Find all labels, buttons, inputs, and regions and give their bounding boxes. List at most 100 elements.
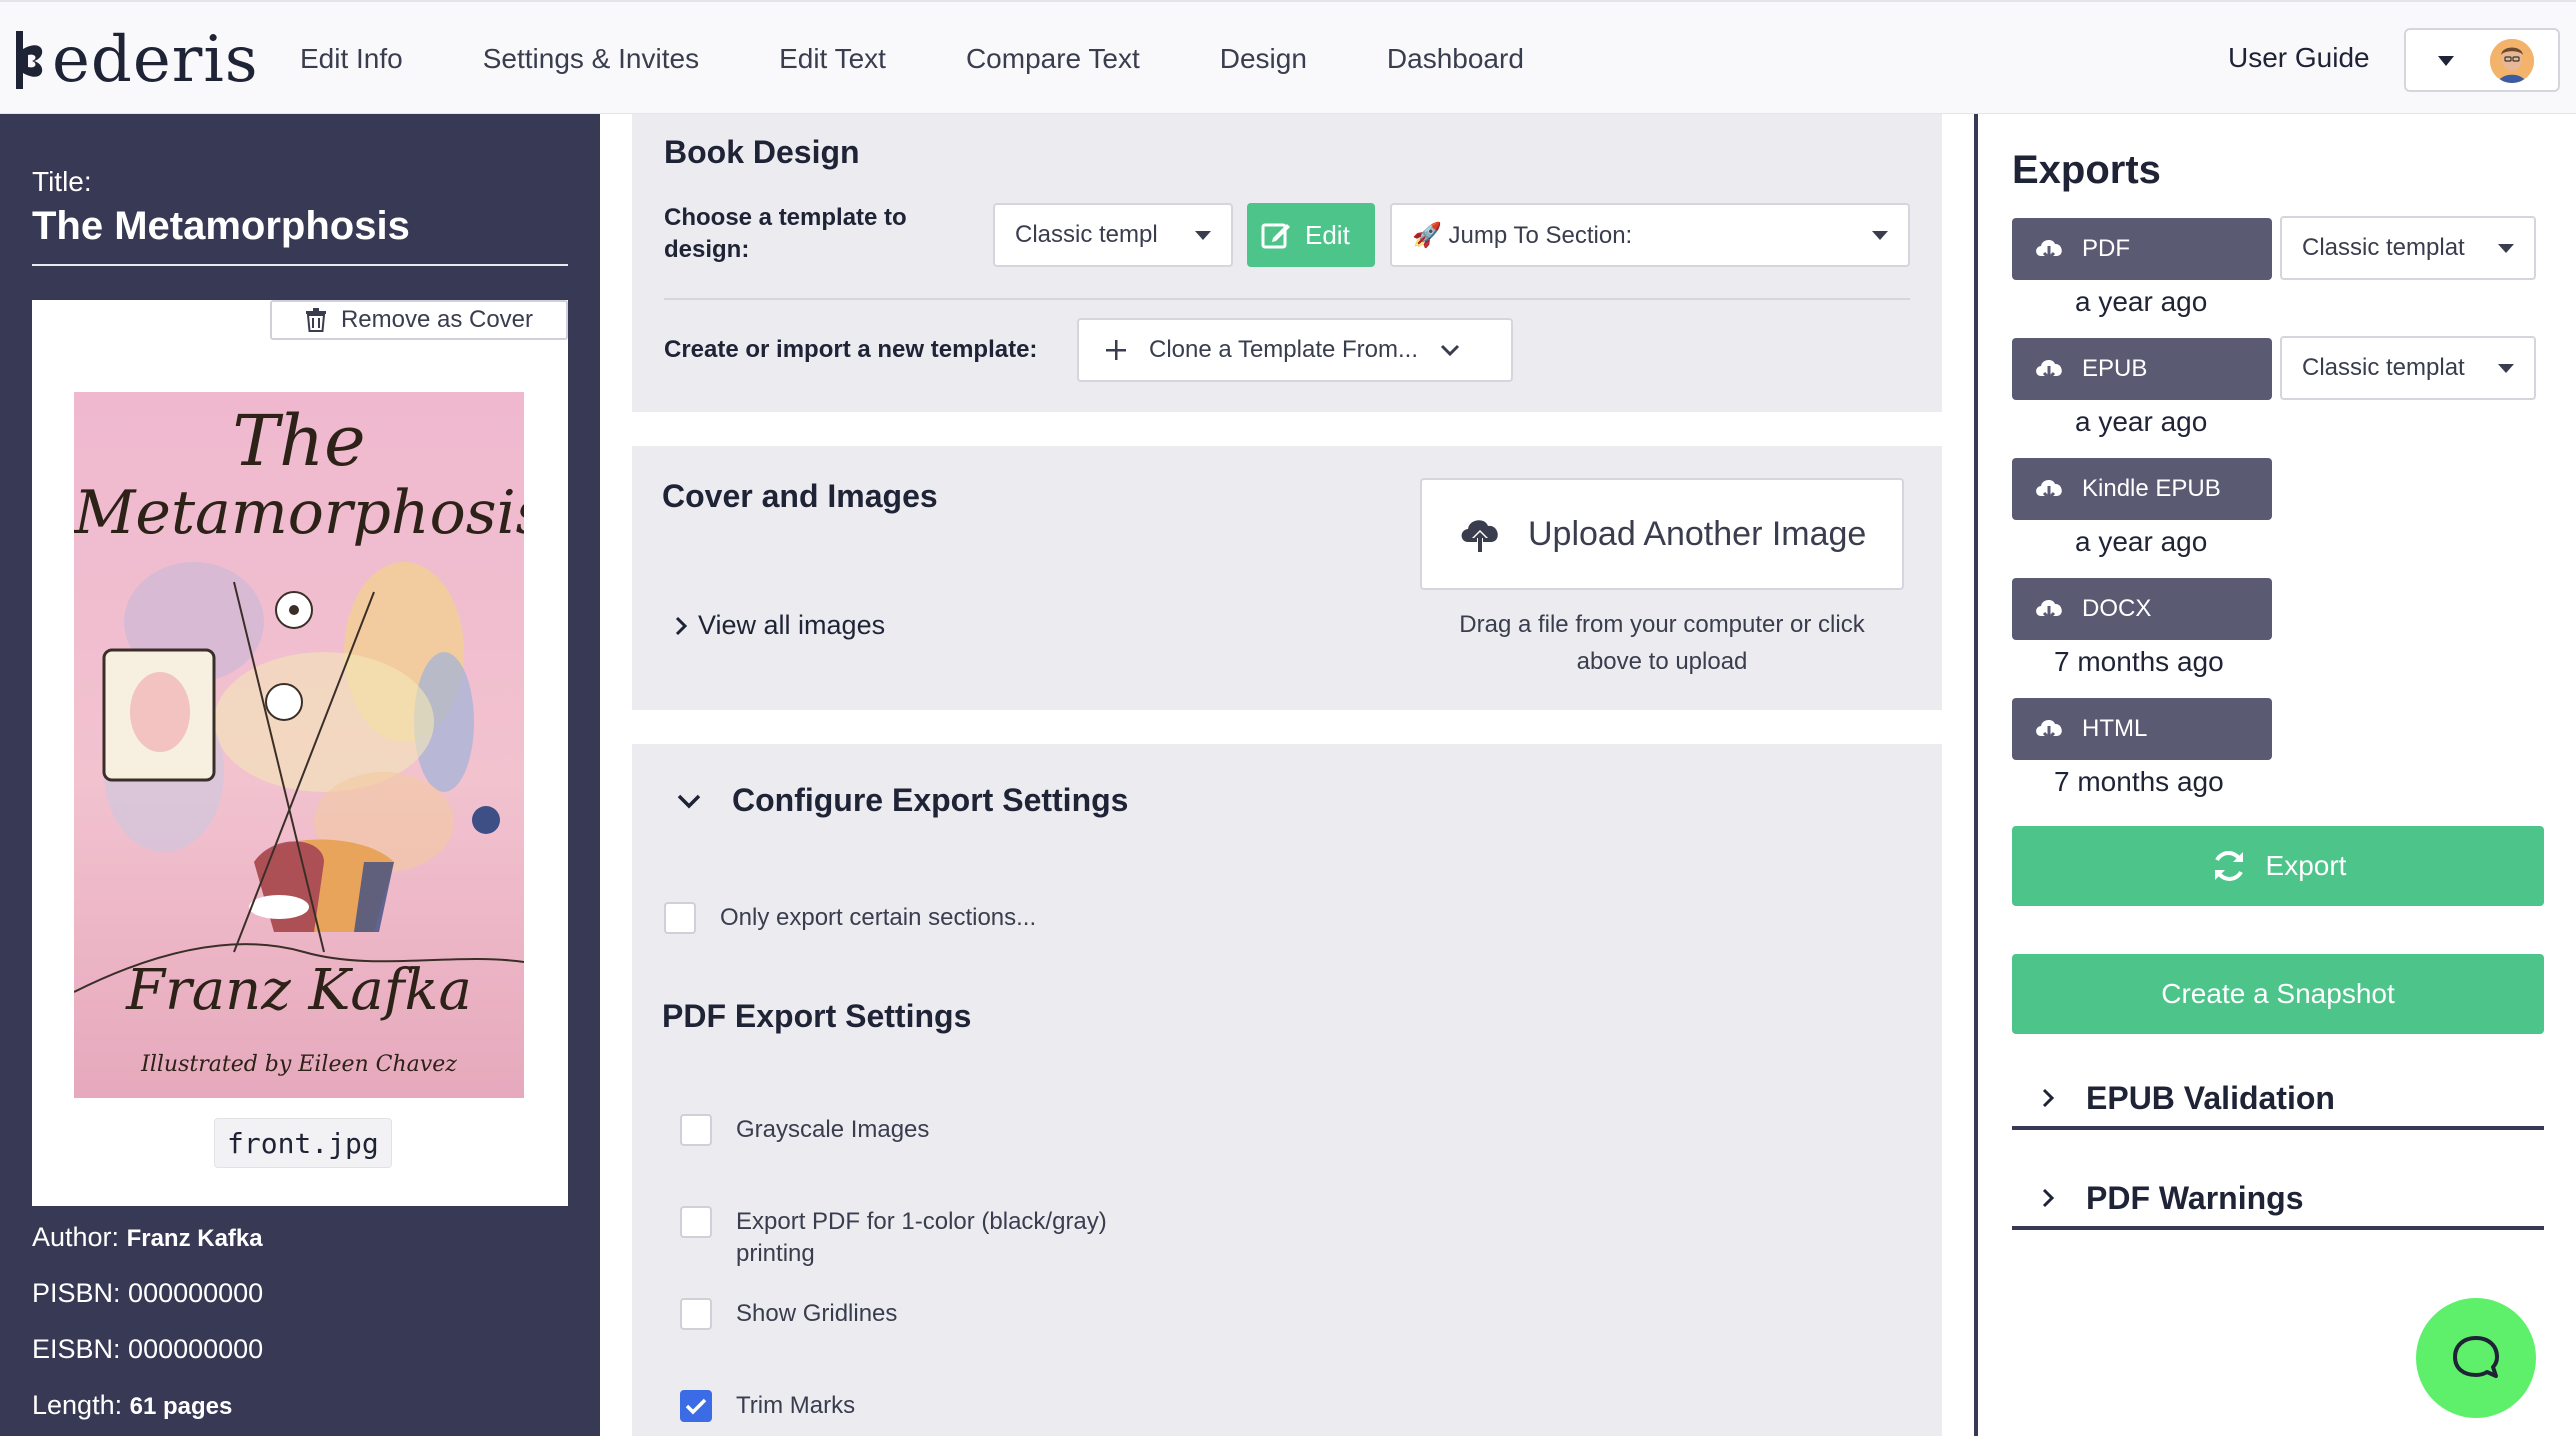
nav-settings-invites[interactable]: Settings & Invites [483, 43, 699, 75]
export-settings-heading: Configure Export Settings [732, 782, 1129, 818]
view-all-images-toggle[interactable]: View all images [672, 610, 885, 641]
pdf-template-value: Classic templat [2302, 234, 2465, 261]
export-settings-toggle[interactable]: Configure Export Settings [676, 782, 1128, 819]
trim-marks-checkbox[interactable] [680, 1390, 712, 1422]
export-pdf-button[interactable]: PDF [2012, 218, 2272, 280]
only-sections-option[interactable]: Only export certain sections... [664, 902, 1036, 934]
book-title: The Metamorphosis [32, 204, 410, 248]
gridlines-checkbox[interactable] [680, 1298, 712, 1330]
chevron-right-icon [675, 616, 688, 635]
cover-images-panel: Cover and Images View all images Upload … [632, 446, 1942, 710]
kindle-export-time: a year ago [2075, 526, 2208, 557]
grayscale-label: Grayscale Images [736, 1116, 930, 1143]
trim-marks-option[interactable]: Trim Marks [680, 1390, 855, 1422]
grayscale-checkbox[interactable] [680, 1114, 712, 1146]
plus-icon [1106, 340, 1126, 360]
book-sidebar: Title: The Metamorphosis Remove as Cover [0, 114, 600, 1436]
export-html-button[interactable]: HTML [2012, 698, 2272, 760]
gridlines-option[interactable]: Show Gridlines [680, 1298, 897, 1330]
grayscale-option[interactable]: Grayscale Images [680, 1114, 929, 1146]
nav-dashboard[interactable]: Dashboard [1387, 43, 1524, 75]
chevron-right-icon [2042, 1188, 2055, 1208]
clone-template-button[interactable]: Clone a Template From... [1077, 318, 1513, 382]
upload-image-button[interactable]: Upload Another Image [1420, 478, 1904, 590]
chat-support-button[interactable] [2416, 1298, 2536, 1418]
chevron-down-icon [2438, 56, 2454, 66]
length-label: Length: [32, 1390, 123, 1420]
cover-title-line1: The [232, 400, 366, 482]
cover-illustrator: Illustrated by Eileen Chavez [141, 1052, 457, 1077]
epub-template-value: Classic templat [2302, 354, 2465, 381]
remove-cover-button[interactable]: Remove as Cover [270, 300, 568, 340]
nav-compare-text[interactable]: Compare Text [966, 43, 1140, 75]
cover-author: Franz Kafka [126, 958, 472, 1023]
only-sections-label: Only export certain sections... [720, 904, 1037, 931]
cloud-upload-icon [1461, 520, 1498, 552]
chevron-right-icon [2042, 1088, 2055, 1108]
nav-edit-info[interactable]: Edit Info [300, 43, 403, 75]
logo[interactable]: ederis [14, 20, 259, 100]
cloud-download-icon [2036, 240, 2062, 261]
upload-hint: Drag a file from your computer or click … [1459, 611, 1865, 675]
edit-template-button[interactable]: Edit [1247, 203, 1375, 267]
design-divider [664, 298, 1910, 300]
author-label: Author: [32, 1222, 120, 1252]
docx-export-time: 7 months ago [2054, 646, 2224, 677]
epub-template-select[interactable]: Classic templat [2280, 336, 2536, 400]
jump-label: 🚀 Jump To Section: [1412, 221, 1633, 249]
export-settings-panel: Configure Export Settings Only export ce… [632, 744, 1942, 1436]
template-select[interactable]: Classic templ [993, 203, 1233, 267]
edit-label: Edit [1305, 219, 1350, 250]
one-color-label: Export PDF for 1-color (black/gray) prin… [736, 1208, 1107, 1267]
nav-edit-text[interactable]: Edit Text [779, 43, 886, 75]
chat-icon [2453, 1336, 2499, 1378]
author-value: Franz Kafka [126, 1225, 263, 1252]
main-nav: Edit Info Settings & Invites Edit Text C… [300, 2, 1604, 116]
upload-label: Upload Another Image [1528, 514, 1867, 553]
export-epub-label: EPUB [2082, 355, 2148, 382]
cloud-download-icon [2036, 480, 2062, 501]
create-snapshot-button[interactable]: Create a Snapshot [2012, 954, 2544, 1034]
cover-image[interactable]: The Metamorphosis Franz Kafka Illustrate… [74, 392, 524, 1098]
eisbn-meta: EISBN: 000000000 [32, 1334, 263, 1365]
exports-heading: Exports [2012, 148, 2161, 192]
title-divider [32, 264, 568, 266]
export-docx-button[interactable]: DOCX [2012, 578, 2272, 640]
check-icon [685, 1398, 707, 1415]
edit-icon [1261, 223, 1290, 249]
pdf-warnings-toggle[interactable]: PDF Warnings [2012, 1170, 2544, 1230]
choose-template-label: Choose a template to design: [664, 204, 907, 263]
chevron-down-icon [1872, 231, 1888, 240]
create-snapshot-label: Create a Snapshot [2161, 978, 2395, 1009]
epub-export-time: a year ago [2075, 406, 2208, 437]
eisbn-value: 000000000 [128, 1334, 264, 1364]
book-design-panel: Book Design Choose a template to design:… [632, 114, 1942, 412]
chevron-down-icon [677, 794, 701, 808]
refresh-icon [2214, 851, 2243, 881]
remove-cover-label: Remove as Cover [340, 306, 534, 333]
chevron-down-icon [1440, 344, 1460, 357]
only-sections-checkbox[interactable] [664, 902, 696, 934]
cloud-download-icon [2036, 720, 2062, 741]
gridlines-label: Show Gridlines [736, 1300, 898, 1327]
epub-validation-toggle[interactable]: EPUB Validation [2012, 1070, 2544, 1130]
pdf-warnings-label: PDF Warnings [2086, 1179, 2304, 1216]
cover-images-heading: Cover and Images [662, 478, 938, 514]
title-label: Title: [32, 166, 92, 197]
trim-marks-label: Trim Marks [736, 1392, 856, 1419]
export-button[interactable]: Export [2012, 826, 2544, 906]
exports-panel-border [1974, 114, 1978, 1436]
nav-design[interactable]: Design [1220, 43, 1307, 75]
export-kindle-button[interactable]: Kindle EPUB [2012, 458, 2272, 520]
export-button-label: Export [2265, 850, 2347, 881]
cloud-download-icon [2036, 360, 2062, 381]
pdf-template-select[interactable]: Classic templat [2280, 216, 2536, 280]
export-epub-button[interactable]: EPUB [2012, 338, 2272, 400]
one-color-option[interactable]: Export PDF for 1-color (black/gray) prin… [680, 1206, 1156, 1270]
avatar [2490, 39, 2534, 83]
author-meta: Author: Franz Kafka [32, 1222, 263, 1253]
one-color-checkbox[interactable] [680, 1206, 712, 1238]
user-menu-button[interactable] [2404, 28, 2560, 92]
user-guide-link[interactable]: User Guide [2228, 42, 2370, 74]
jump-to-section-select[interactable]: 🚀 Jump To Section: [1390, 203, 1910, 267]
